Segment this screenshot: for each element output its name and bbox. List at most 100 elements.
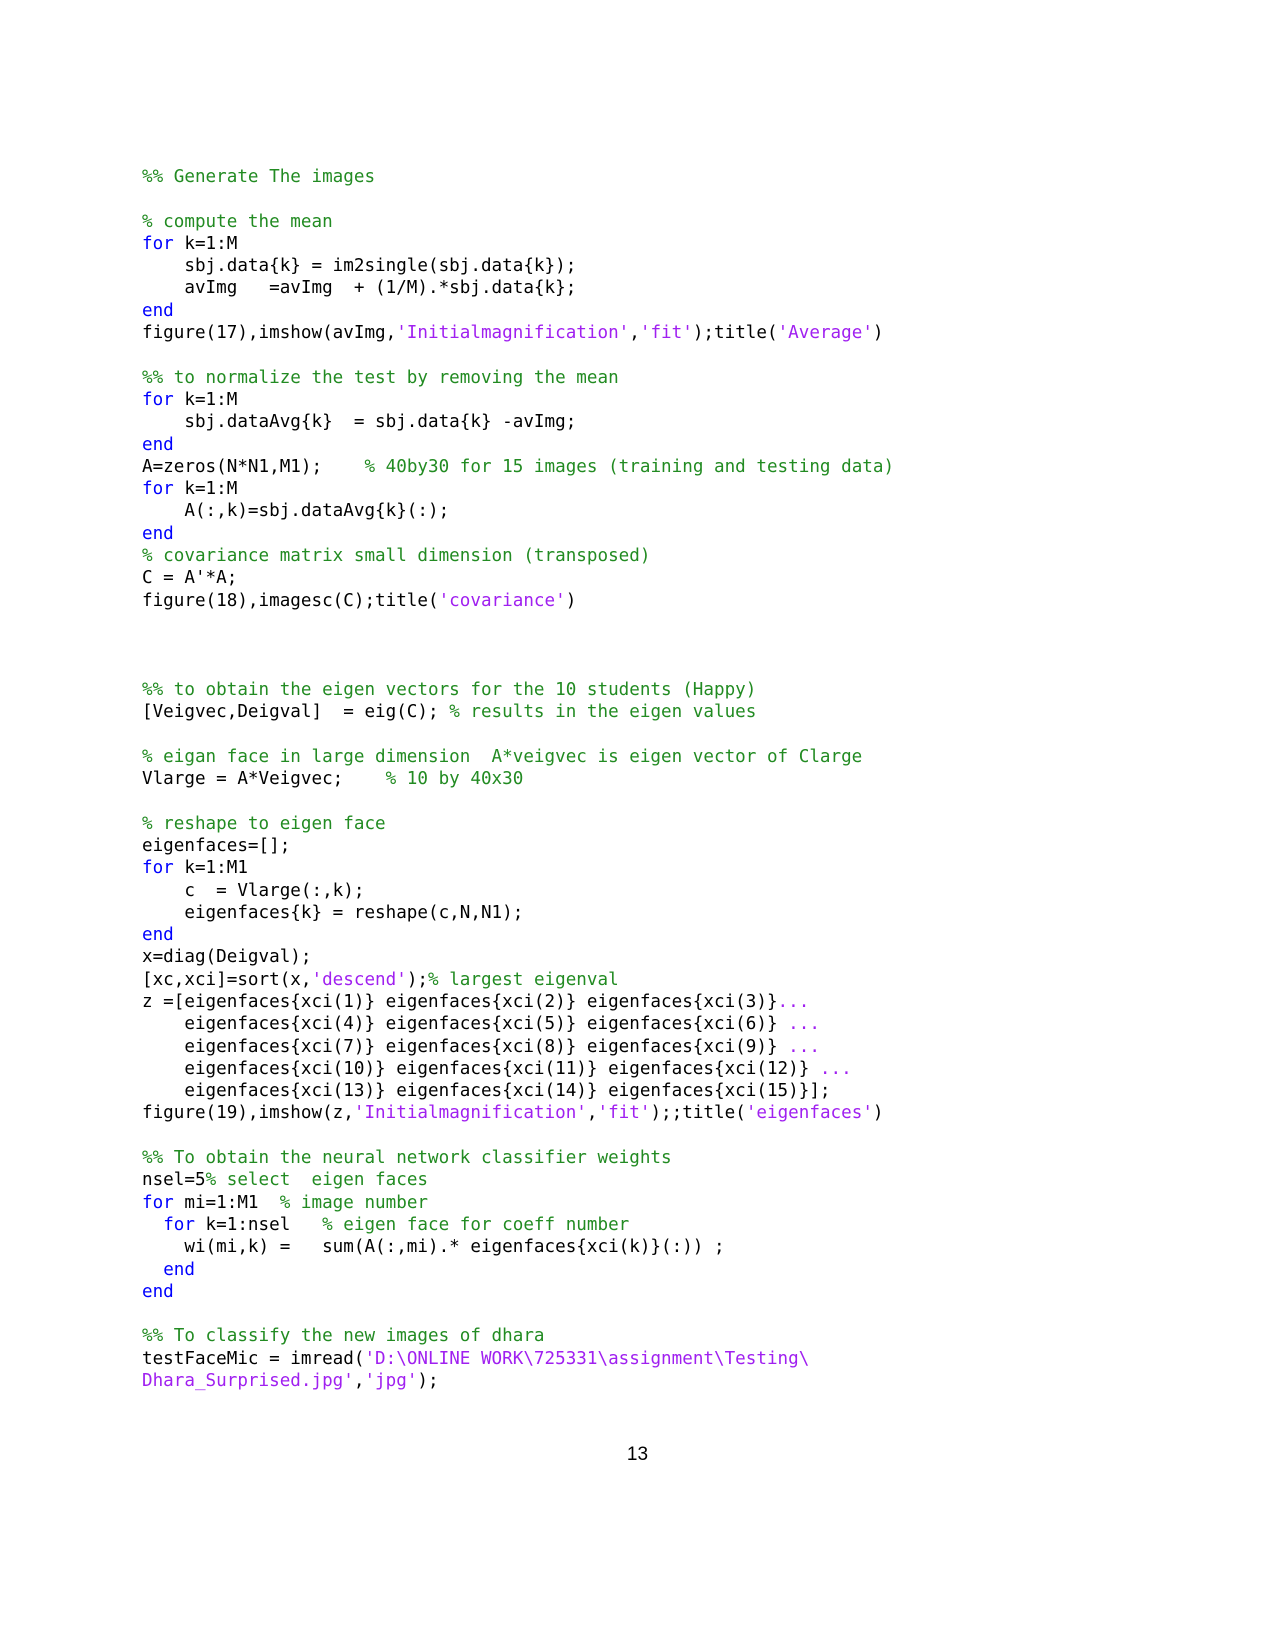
code-token-str: 'jpg' (364, 1371, 418, 1392)
code-token-norm (142, 1260, 163, 1280)
code-token-kw: for (142, 233, 174, 254)
code-token-norm: avImg =avImg + (1/M).*sbj.data{k}; (142, 278, 577, 299)
code-token-norm: c = Vlarge(:,k); (142, 880, 365, 901)
code-token-str: 'fit' (597, 1103, 651, 1124)
code-line: sbj.dataAvg{k} = sbj.data{k} -avImg; (142, 411, 1142, 433)
code-token-kw: for (163, 1214, 195, 1235)
code-line: x=diag(Deigval); (142, 946, 1142, 968)
code-token-kw: end (142, 925, 174, 946)
code-line: %% to obtain the eigen vectors for the 1… (142, 679, 1142, 701)
code-token-norm: figure(17),imshow(avImg, (142, 323, 397, 344)
code-token-norm: figure(19),imshow(z, (142, 1103, 354, 1124)
code-token-norm: eigenfaces{xci(4)} eigenfaces{xci(5)} ei… (142, 1014, 789, 1035)
code-token-str: 'Initialmagnification' (396, 323, 630, 344)
code-token-norm: k=1:M1 (173, 858, 248, 879)
code-line: for k=1:M (142, 389, 1142, 411)
code-token-cont: ... (777, 991, 810, 1012)
code-line: z =[eigenfaces{xci(1)} eigenfaces{xci(2)… (142, 991, 1142, 1013)
code-line: wi(mi,k) = sum(A(:,mi).* eigenfaces{xci(… (142, 1236, 1142, 1258)
code-token-norm: eigenfaces=[]; (142, 835, 291, 856)
code-token-norm: k=1:M (173, 479, 238, 500)
code-line: %% to normalize the test by removing the… (142, 367, 1142, 389)
code-line: % covariance matrix small dimension (tra… (142, 545, 1142, 567)
code-token-norm: [Veigvec,Deigval] = eig(C); (142, 702, 450, 723)
code-line: testFaceMic = imread('D:\ONLINE WORK\725… (142, 1348, 1142, 1370)
code-line: for k=1:M (142, 478, 1142, 500)
code-line: for mi=1:M1 % image number (142, 1192, 1142, 1214)
code-token-norm: eigenfaces{xci(10)} eigenfaces{xci(11)} … (142, 1058, 820, 1079)
code-line: [Veigvec,Deigval] = eig(C); % results in… (142, 701, 1142, 723)
code-token-str: 'Initialmagnification' (353, 1103, 587, 1124)
code-token-norm: , (586, 1103, 598, 1124)
matlab-code-listing: %% Generate The images % compute the mean… (142, 166, 1142, 1392)
code-line: % compute the mean (142, 211, 1142, 233)
code-token-norm: );;title( (650, 1103, 746, 1124)
code-token-kw: end (142, 523, 174, 544)
code-line: eigenfaces{k} = reshape(c,N,N1); (142, 902, 1142, 924)
code-token-str: Dhara_Surprised.jpg' (142, 1371, 354, 1392)
code-line: end (142, 1281, 1142, 1303)
code-token-norm: );title( (692, 323, 778, 344)
code-line: end (142, 1259, 1142, 1281)
code-token-cmt: %% To obtain the neural network classifi… (142, 1148, 672, 1169)
code-token-norm: z =[eigenfaces{xci(1)} eigenfaces{xci(2)… (142, 991, 778, 1012)
code-token-norm: , (353, 1371, 365, 1392)
code-token-cont: ... (819, 1058, 852, 1079)
code-token-cmt: % 40by30 for 15 images (training and tes… (364, 456, 895, 477)
code-line: c = Vlarge(:,k); (142, 880, 1142, 902)
code-line: end (142, 300, 1142, 322)
code-line: C = A'*A; (142, 567, 1142, 589)
code-token-norm: A(:,k)=sbj.dataAvg{k}(:); (142, 501, 450, 522)
code-token-cont: ... (788, 1036, 820, 1057)
code-token-norm: A=zeros(N*N1,M1); (142, 456, 365, 477)
code-token-norm: Vlarge = A*Veigvec; (142, 769, 386, 790)
code-token-kw: end (142, 1281, 174, 1302)
code-token-norm: C = A'*A; (142, 568, 238, 589)
code-token-norm: wi(mi,k) = sum(A(:,mi).* eigenfaces{xci(… (142, 1237, 725, 1258)
code-token-kw: end (142, 434, 174, 455)
code-line: eigenfaces{xci(10)} eigenfaces{xci(11)} … (142, 1058, 1142, 1080)
code-token-norm: eigenfaces{xci(7)} eigenfaces{xci(8)} ei… (142, 1036, 789, 1057)
code-token-kw: for (142, 1192, 174, 1213)
code-line: % reshape to eigen face (142, 813, 1142, 835)
code-token-cmt: % largest eigenval (428, 969, 619, 990)
code-token-cmt: % eigen face for coeff number (322, 1214, 630, 1235)
code-token-norm: figure(18),imagesc(C);title( (142, 590, 439, 611)
code-line: figure(18),imagesc(C);title('covariance'… (142, 590, 1142, 612)
code-line: sbj.data{k} = im2single(sbj.data{k}); (142, 255, 1142, 277)
code-line: % eigan face in large dimension A*veigve… (142, 746, 1142, 768)
code-token-norm: ) (872, 323, 884, 344)
code-token-str: 'covariance' (438, 590, 566, 611)
code-token-norm: [xc,xci]=sort(x, (142, 969, 312, 990)
code-line: %% Generate The images (142, 166, 1142, 188)
code-line: Dhara_Surprised.jpg','jpg'); (142, 1370, 1142, 1392)
code-token-norm: sbj.data{k} = im2single(sbj.data{k}); (142, 256, 577, 277)
code-token-norm (142, 1215, 163, 1235)
code-token-cmt: %% to normalize the test by removing the… (142, 367, 619, 388)
code-token-cmt: % covariance matrix small dimension (tra… (142, 546, 651, 567)
code-line: nsel=5% select eigen faces (142, 1169, 1142, 1191)
code-token-cmt: % results in the eigen values (449, 702, 757, 723)
code-line: eigenfaces{xci(7)} eigenfaces{xci(8)} ei… (142, 1036, 1142, 1058)
code-token-norm: k=1:M (173, 389, 238, 410)
code-token-norm: ) (872, 1103, 884, 1124)
code-line: eigenfaces=[]; (142, 835, 1142, 857)
code-line: for k=1:nsel % eigen face for coeff numb… (142, 1214, 1142, 1236)
code-line: %% To classify the new images of dhara (142, 1325, 1142, 1347)
code-token-norm: ) (565, 590, 577, 611)
code-token-cmt: %% to obtain the eigen vectors for the 1… (142, 679, 757, 700)
code-token-str: 'descend' (311, 969, 407, 990)
code-token-norm: mi=1:M1 (173, 1192, 280, 1213)
code-token-cmt: % image number (279, 1192, 429, 1213)
code-line: eigenfaces{xci(13)} eigenfaces{xci(14)} … (142, 1080, 1142, 1102)
code-line: avImg =avImg + (1/M).*sbj.data{k}; (142, 277, 1142, 299)
code-token-cmt: % select eigen faces (205, 1170, 429, 1191)
